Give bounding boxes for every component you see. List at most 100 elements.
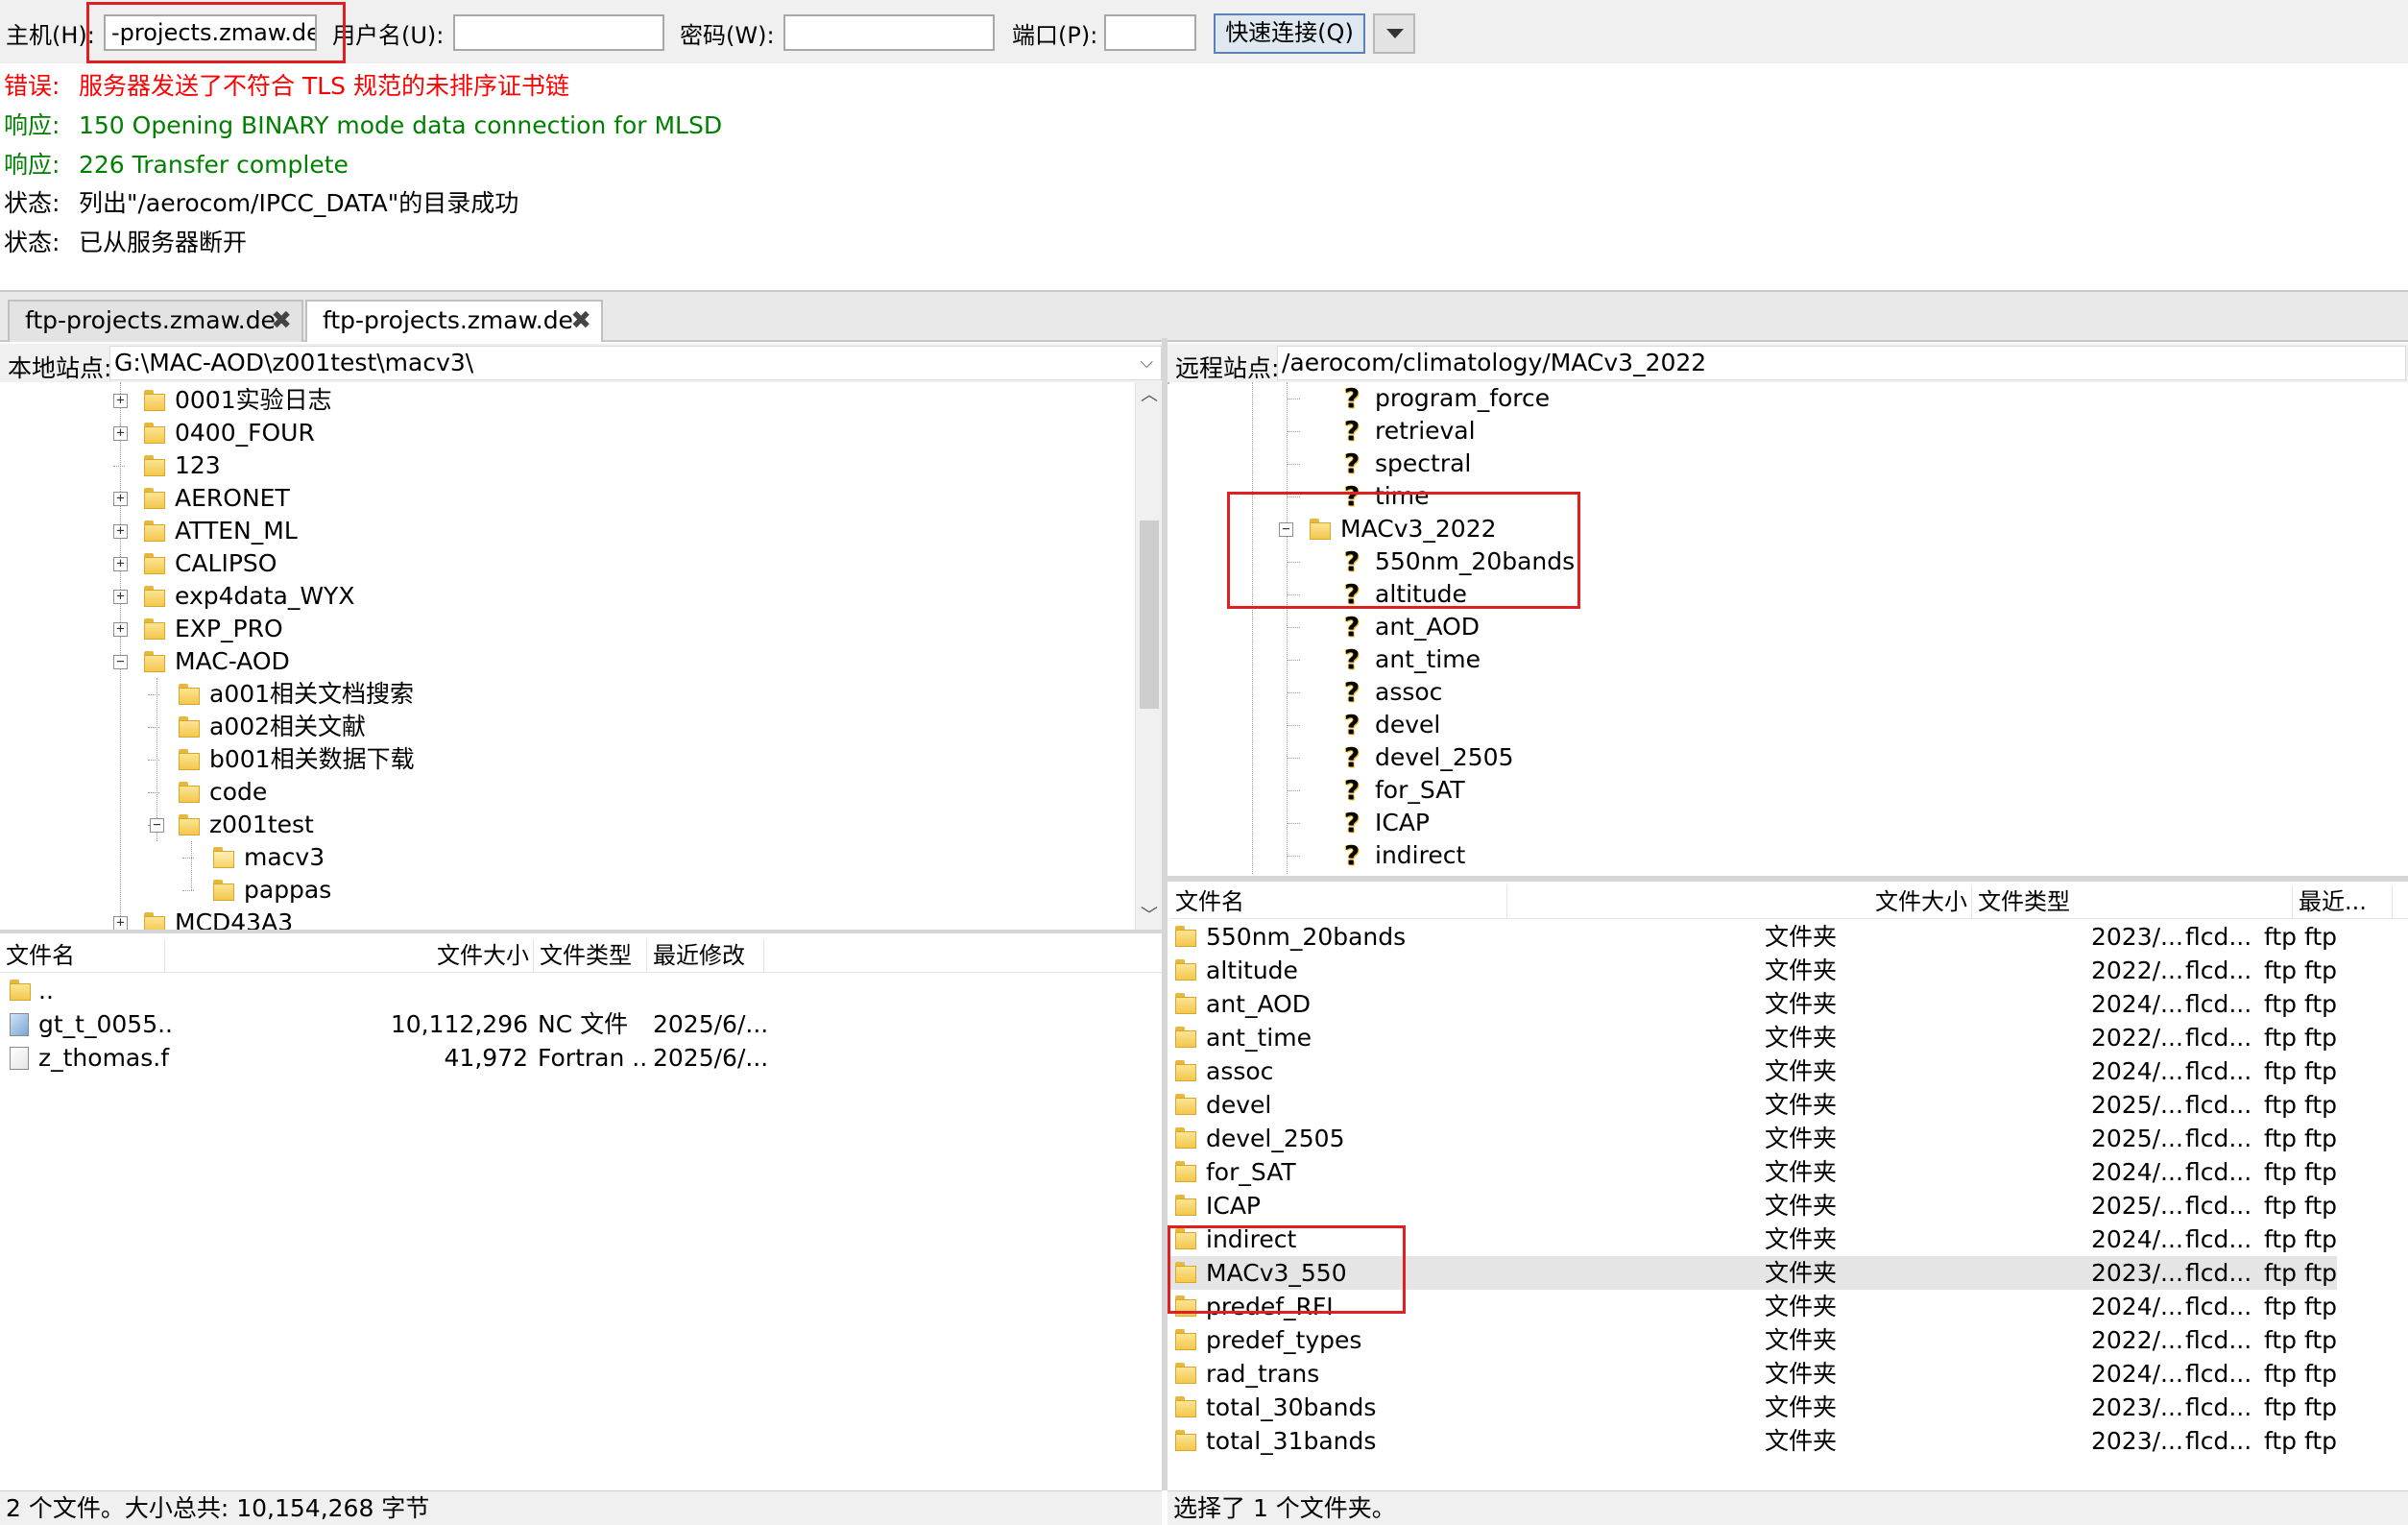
tree-node[interactable]: macv3 <box>0 841 1133 874</box>
tree-node[interactable]: ? ant_AOD <box>1169 611 2398 643</box>
tree-node[interactable]: + ATTEN_ML <box>0 515 1133 547</box>
tree-node-label: assoc <box>1375 678 1443 706</box>
close-icon[interactable]: ✖ <box>570 302 591 340</box>
column-header-name[interactable]: 文件名 <box>1169 885 1507 918</box>
list-item[interactable]: gt_t_0055... 10,112,296 NC 文件 2025/6/... <box>0 1007 1162 1041</box>
tree-node[interactable]: ? devel_2505 <box>1169 741 2398 774</box>
collapse-icon[interactable]: − <box>1279 522 1293 537</box>
expand-icon[interactable]: + <box>113 557 128 571</box>
list-item[interactable]: devel_2505 文件夹 2025/... flcd... ftp ftp <box>1169 1122 2337 1155</box>
tree-node[interactable]: ? indirect <box>1169 839 2398 872</box>
local-splitter[interactable] <box>0 930 1162 933</box>
list-item[interactable]: MACv3_550 文件夹 2023/... flcd... ftp ftp <box>1169 1256 2337 1290</box>
expand-icon[interactable]: + <box>113 394 128 408</box>
tree-node[interactable]: + AERONET <box>0 482 1133 515</box>
remote-splitter[interactable] <box>1168 876 2408 882</box>
list-item[interactable]: devel 文件夹 2025/... flcd... ftp ftp <box>1169 1088 2337 1122</box>
column-header-modified[interactable]: 最近修改 <box>647 939 764 972</box>
tree-node[interactable]: + exp4data_WYX <box>0 580 1133 613</box>
scroll-thumb[interactable] <box>1140 520 1159 709</box>
tree-node[interactable]: ? spectral <box>1169 448 2398 480</box>
password-input[interactable] <box>783 14 995 51</box>
remote-directory-tree[interactable]: ? program_force? retrieval? spectral? time − M… <box>1169 382 2408 874</box>
tree-node[interactable]: b001相关数据下载 <box>0 743 1133 776</box>
tree-node[interactable]: ? devel <box>1169 709 2398 741</box>
quickconnect-button[interactable]: 快速连接(Q) <box>1214 13 1365 54</box>
list-item[interactable]: altitude 文件夹 2022/... flcd... ftp ftp <box>1169 954 2337 987</box>
tab-connection-1[interactable]: ftp-projects.zmaw.de ✖ <box>8 300 303 342</box>
host-input[interactable]: -projects.zmaw.de <box>104 14 317 51</box>
column-header-size[interactable]: 文件大小 <box>1507 885 1972 918</box>
local-tree-scrollbar[interactable]: ︿ ﹀ <box>1135 382 1163 930</box>
list-item[interactable]: ant_AOD 文件夹 2024/... flcd... ftp ftp <box>1169 987 2337 1021</box>
unknown-item-icon: ? <box>1344 807 1361 838</box>
remote-path-input[interactable]: /aerocom/climatology/MACv3_2022 <box>1277 346 2406 380</box>
tree-node[interactable]: − MAC-AOD <box>0 645 1133 678</box>
tree-node[interactable]: ? altitude <box>1169 578 2398 611</box>
tree-node[interactable]: + EXP_PRO <box>0 613 1133 645</box>
port-input[interactable] <box>1104 14 1196 51</box>
list-item[interactable]: z_thomas.f 41,972 Fortran ... 2025/6/... <box>0 1041 1162 1075</box>
column-header-name[interactable]: 文件名 <box>0 939 165 972</box>
unknown-item-icon: ? <box>1344 676 1361 708</box>
tree-node[interactable]: ? ant_time <box>1169 643 2398 676</box>
message-log[interactable]: 错误: 服务器发送了不符合 TLS 规范的未排序证书链 响应: 150 Opening… <box>0 63 2408 290</box>
list-item[interactable]: ant_time 文件夹 2022/... flcd... ftp ftp <box>1169 1021 2337 1054</box>
username-input[interactable] <box>453 14 664 51</box>
list-item[interactable]: assoc 文件夹 2024/... flcd... ftp ftp <box>1169 1054 2337 1088</box>
column-header-size[interactable]: 文件大小 <box>165 939 534 972</box>
scroll-down-icon[interactable]: ﹀ <box>1136 903 1163 930</box>
expand-icon[interactable]: + <box>113 590 128 604</box>
tree-node[interactable]: ? time <box>1169 480 2398 513</box>
tree-node[interactable]: ? 550nm_20bands <box>1169 545 2398 578</box>
tree-node[interactable]: a002相关文献 <box>0 711 1133 743</box>
list-item[interactable]: predef_types 文件夹 2022/... flcd... ftp ftp <box>1169 1323 2337 1357</box>
tree-node[interactable]: pappas <box>0 874 1133 907</box>
local-directory-tree[interactable]: +0001实验日志 +0400_FOUR 123 + AERONET + ATTEN_ML +… <box>0 382 1135 930</box>
column-header-type[interactable]: 文件类型 <box>1972 885 2293 918</box>
expand-icon[interactable]: + <box>113 916 128 930</box>
list-item[interactable]: .. <box>0 974 1162 1007</box>
list-item[interactable]: ICAP 文件夹 2025/... flcd... ftp ftp <box>1169 1189 2337 1222</box>
collapse-icon[interactable]: − <box>113 655 128 669</box>
column-header-type[interactable]: 文件类型 <box>534 939 647 972</box>
expand-icon[interactable]: + <box>113 622 128 637</box>
tree-node[interactable]: + MCD43A3 <box>0 907 1133 930</box>
column-header-modified[interactable]: 最近... <box>2293 885 2393 918</box>
list-item[interactable]: 550nm_20bands 文件夹 2023/... flcd... ftp ftp <box>1169 920 2337 954</box>
list-item[interactable]: for_SAT 文件夹 2024/... flcd... ftp ftp <box>1169 1155 2337 1189</box>
tree-node[interactable]: ? ICAP <box>1169 807 2398 839</box>
local-file-list[interactable]: .. gt_t_0055... 10,112,296 NC 文件 2025/6/... z… <box>0 974 1162 1489</box>
tree-node[interactable]: 123 <box>0 449 1133 482</box>
tree-connector <box>1287 431 1300 432</box>
expand-icon[interactable]: + <box>113 492 128 506</box>
chevron-down-icon[interactable]: ⌵ <box>1140 347 1153 379</box>
tab-connection-2[interactable]: ftp-projects.zmaw.de ✖ <box>305 300 603 342</box>
scroll-up-icon[interactable]: ︿ <box>1136 382 1163 409</box>
close-icon[interactable]: ✖ <box>271 302 292 340</box>
tree-node[interactable]: − MACv3_2022 <box>1169 513 2398 545</box>
remote-file-list[interactable]: 550nm_20bands 文件夹 2023/... flcd... ftp ftp al… <box>1169 920 2408 1489</box>
tree-node[interactable]: code <box>0 776 1133 809</box>
tree-node[interactable]: +0400_FOUR <box>0 417 1133 449</box>
tree-node[interactable]: − z001test <box>0 809 1133 841</box>
list-item[interactable]: rad_trans 文件夹 2024/... flcd... ftp ftp <box>1169 1357 2337 1391</box>
local-path-input[interactable]: G:\MAC-AOD\z001test\macv3\ ⌵ <box>109 346 1162 380</box>
list-item[interactable]: indirect 文件夹 2024/... flcd... ftp ftp <box>1169 1222 2337 1256</box>
file-modified: 2023/... <box>2091 1393 2183 1421</box>
tree-node[interactable]: ? retrieval <box>1169 415 2398 448</box>
list-item[interactable]: predef_RFI 文件夹 2024/... flcd... ftp ftp <box>1169 1290 2337 1323</box>
collapse-icon[interactable]: − <box>150 818 164 833</box>
tree-node[interactable]: ? assoc <box>1169 676 2398 709</box>
tree-node[interactable]: ? for_SAT <box>1169 774 2398 807</box>
tree-node[interactable]: + CALIPSO <box>0 547 1133 580</box>
expand-icon[interactable]: + <box>113 524 128 539</box>
tree-node[interactable]: +0001实验日志 <box>0 384 1133 417</box>
chevron-down-icon[interactable] <box>1373 13 1415 54</box>
list-item[interactable]: total_31bands 文件夹 2023/... flcd... ftp ftp <box>1169 1424 2337 1458</box>
expand-icon[interactable]: + <box>113 426 128 441</box>
pane-splitter[interactable] <box>1162 338 1168 1490</box>
list-item[interactable]: total_30bands 文件夹 2023/... flcd... ftp ftp <box>1169 1391 2337 1424</box>
tree-node[interactable]: ? program_force <box>1169 382 2398 415</box>
tree-node[interactable]: a001相关文档搜索 <box>0 678 1133 711</box>
